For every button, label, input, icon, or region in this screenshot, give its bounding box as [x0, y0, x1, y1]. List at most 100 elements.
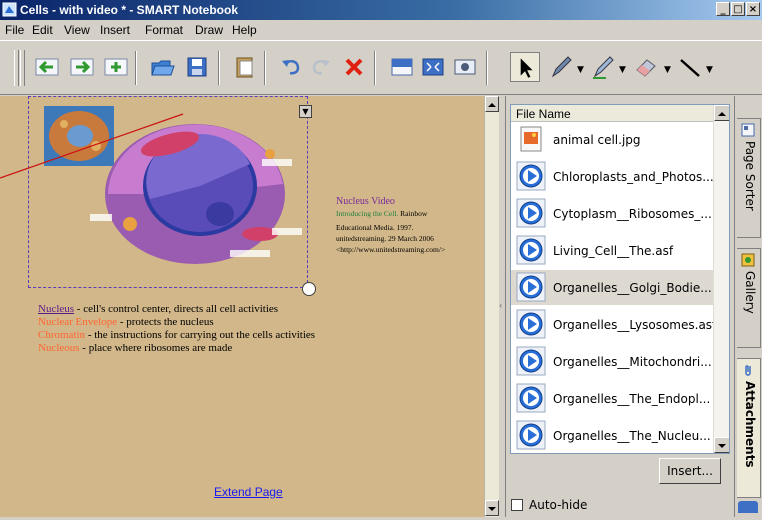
insert-button[interactable]: Insert...: [659, 458, 721, 484]
undo-button[interactable]: [278, 54, 304, 80]
image-file-icon: [520, 126, 542, 152]
delete-button[interactable]: [341, 54, 367, 80]
definition-nucleus[interactable]: Nucleus - cell's control center, directs…: [38, 303, 278, 315]
file-name-column-header[interactable]: File Name: [511, 105, 713, 122]
gallery-icon: [741, 253, 755, 267]
list-item-selected[interactable]: Organelles__Golgi_Bodie...: [511, 270, 713, 305]
definition-text: - protects the nucleus: [117, 316, 214, 328]
arrow-cursor-icon: [520, 58, 533, 78]
toolbar-grip[interactable]: [14, 50, 19, 86]
pen-dropdown-arrow-icon[interactable]: ▼: [577, 65, 584, 75]
toolbar-separator: [486, 51, 488, 85]
next-page-button[interactable]: [69, 54, 95, 80]
file-list[interactable]: File Name animal cell.jpg Chloroplasts_a…: [510, 104, 730, 454]
toolbar-separator: [374, 51, 376, 85]
definition-nucleolus[interactable]: Nucleous - place where ribosomes are mad…: [38, 342, 232, 354]
menu-format[interactable]: Format: [145, 23, 183, 37]
tab-label: Page Sorter: [743, 141, 757, 211]
add-page-button[interactable]: [103, 54, 129, 80]
full-screen-icon: [422, 58, 444, 76]
clipboard-icon: [236, 57, 253, 78]
extend-page-link[interactable]: Extend Page: [214, 485, 283, 499]
pen-icon: [551, 56, 572, 78]
select-tool-button[interactable]: [510, 52, 540, 82]
toolbar-separator: [264, 51, 266, 85]
media-file-icon: [516, 383, 546, 413]
menu-bar: File Edit View Insert Format Draw Help: [0, 20, 762, 40]
menu-file[interactable]: File: [5, 23, 24, 37]
line-dropdown-arrow-icon[interactable]: ▼: [706, 65, 713, 75]
line-icon: [680, 59, 700, 77]
notebook-page[interactable]: ▼ Nucleus Video Introducing the Cell. Ra…: [0, 96, 484, 517]
citation-source: Introducing the Cell.: [336, 209, 399, 218]
file-name: Organelles__Mitochondri...: [553, 355, 712, 369]
list-item[interactable]: Organelles__The_Nucleu...: [511, 418, 713, 453]
save-button[interactable]: [184, 54, 210, 80]
list-item[interactable]: Organelles__Lysosomes.asf: [511, 307, 716, 342]
redo-button[interactable]: [308, 54, 334, 80]
minimize-button[interactable]: _: [716, 2, 730, 16]
panel-toggle-icon[interactable]: [738, 501, 758, 513]
media-file-icon: [516, 161, 546, 191]
creative-pen-tool-button[interactable]: [590, 54, 616, 80]
scroll-up-button[interactable]: [485, 96, 499, 112]
splitter-grip-icon[interactable]: ‹: [499, 301, 502, 310]
open-file-button[interactable]: [150, 54, 176, 80]
menu-insert[interactable]: Insert: [100, 23, 130, 37]
eraser-dropdown-arrow-icon[interactable]: ▼: [664, 65, 671, 75]
menu-help[interactable]: Help: [232, 23, 257, 37]
citation-publisher: Rainbow: [398, 209, 428, 218]
toolbar-grip[interactable]: [20, 50, 25, 86]
tab-label: Gallery: [743, 271, 757, 314]
definition-text: - cell's control center, directs all cel…: [74, 303, 279, 315]
tab-label: Attachments: [743, 381, 757, 468]
list-item[interactable]: animal cell.jpg: [511, 122, 713, 157]
list-item[interactable]: Living_Cell__The.asf: [511, 233, 713, 268]
screen-shade-button[interactable]: [389, 54, 415, 80]
file-name: animal cell.jpg: [553, 133, 641, 147]
full-screen-button[interactable]: [420, 54, 446, 80]
menu-view[interactable]: View: [64, 23, 90, 37]
scroll-down-button[interactable]: [714, 437, 729, 453]
eraser-icon: [636, 59, 656, 77]
page-scrollbar[interactable]: [484, 96, 499, 517]
eraser-tool-button[interactable]: [633, 54, 659, 80]
scroll-down-arrow-icon: [488, 507, 496, 511]
list-item[interactable]: Chloroplasts_and_Photos...: [511, 159, 714, 194]
tab-page-sorter[interactable]: Page Sorter: [737, 118, 761, 238]
previous-page-button[interactable]: [34, 54, 60, 80]
term-nucleus[interactable]: Nucleus: [38, 303, 74, 315]
floppy-disk-icon: [187, 57, 207, 77]
scroll-up-button[interactable]: [714, 105, 729, 121]
tab-gallery[interactable]: Gallery: [737, 248, 761, 348]
scroll-up-arrow-icon: [488, 103, 496, 107]
menu-edit[interactable]: Edit: [32, 23, 53, 37]
scroll-down-button[interactable]: [485, 500, 499, 516]
tab-attachments[interactable]: Attachments: [737, 358, 761, 498]
list-item[interactable]: Cytoplasm__Ribosomes_...: [511, 196, 713, 231]
panel-splitter[interactable]: ‹: [499, 96, 506, 517]
menu-draw[interactable]: Draw: [195, 23, 223, 37]
video-title[interactable]: Nucleus Video: [336, 196, 395, 207]
title-bar: Cells - with video * - SMART Notebook _ …: [0, 0, 762, 20]
creative-pen-dropdown-arrow-icon[interactable]: ▼: [619, 65, 626, 75]
resize-handle[interactable]: [302, 282, 316, 296]
capture-button[interactable]: [452, 54, 478, 80]
paste-button[interactable]: [232, 54, 258, 80]
auto-hide-checkbox[interactable]: [511, 499, 523, 511]
list-item[interactable]: Organelles__The_Endopl...: [511, 381, 713, 416]
close-button[interactable]: ×: [746, 2, 760, 16]
line-tool-button[interactable]: [677, 54, 703, 80]
file-name: Organelles__Golgi_Bodie...: [553, 281, 712, 295]
pen-tool-button[interactable]: [548, 54, 574, 80]
media-file-icon: [516, 420, 546, 450]
maximize-button[interactable]: □: [731, 2, 745, 16]
media-file-icon: [516, 235, 546, 265]
definition-nuclear-envelope[interactable]: Nuclear Envelope - protects the nucleus: [38, 316, 214, 328]
delete-x-icon: [345, 58, 363, 76]
file-list-scrollbar[interactable]: [713, 105, 729, 453]
list-item[interactable]: Organelles__Mitochondri...: [511, 344, 713, 379]
definition-chromatin[interactable]: Chromatin - the instructions for carryin…: [38, 329, 315, 341]
redo-icon: [312, 59, 330, 75]
scroll-down-arrow-icon: [718, 444, 726, 448]
